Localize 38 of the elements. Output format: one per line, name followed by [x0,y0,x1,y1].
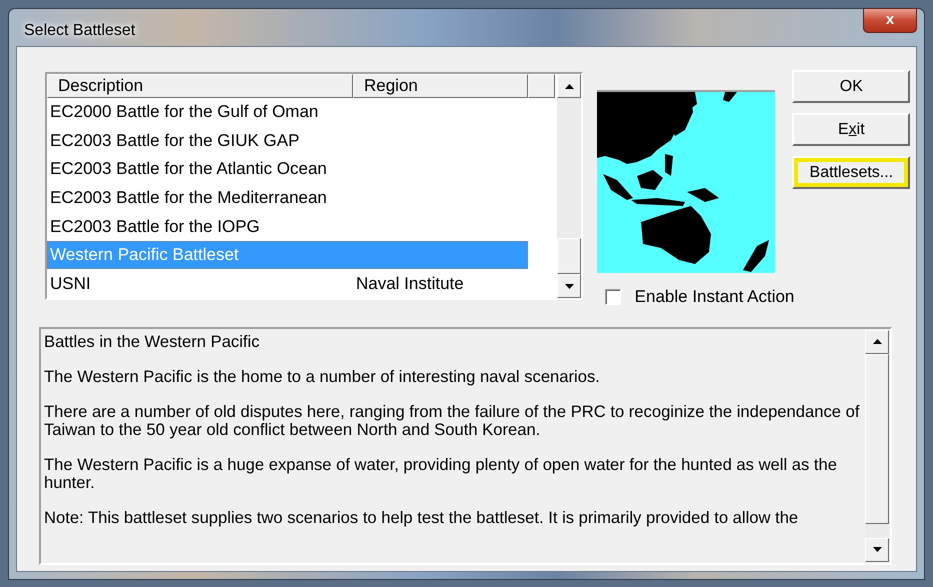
list-row[interactable]: EC2003 Battle for the Atlantic Ocean [47,155,528,184]
window-title: Select Battleset [23,22,136,40]
description-text: EC2003 Battle for the Atlantic Ocean [49,159,328,180]
scrollbar-thumb[interactable] [557,238,581,274]
scroll-down-button[interactable] [557,274,581,298]
list-row[interactable]: EC2000 Battle for the Gulf of Oman [47,98,528,127]
column-header[interactable]: Region [353,74,528,98]
list-row[interactable]: EC2003 Battle for the Mediterranean [47,184,528,212]
description-text: EC2003 Battle for the Mediterranean [49,188,328,208]
list-row[interactable]: EC2003 Battle for the GIUK GAP [47,126,528,156]
checkbox[interactable] [604,289,621,305]
dialog-button[interactable]: Exit [792,113,910,146]
description-paragraph: The Western Pacific is the home to a number of interesting naval scenarios. [44,368,601,386]
up-arrow-icon [872,339,882,344]
list-row[interactable]: EC2003 Battle for the IOPG [47,212,528,241]
description-text: USNI [49,274,92,294]
scroll-up-button[interactable] [865,330,889,354]
region-text: Naval Institute [356,274,464,294]
description-text: EC2000 Battle for the Gulf of Oman [49,102,320,122]
dialog-button[interactable]: OK [792,70,910,103]
column-header[interactable]: Description [47,74,353,98]
down-arrow-icon [872,547,882,552]
list-row[interactable]: USNI Naval Institute [47,269,528,298]
up-arrow-icon [564,84,574,88]
scroll-up-button[interactable] [557,74,581,98]
description-paragraph: There are a number of old disputes here, ranging from the failure of the PRC to recoginize the independance of Taiwan to the 50 year old conflict between North and South Korean. [44,402,860,438]
description-paragraph: Battles in the Western Pacific [44,332,261,350]
description-text: EC2003 Battle for the IOPG [49,216,261,237]
checkbox-label: Enable Instant Action [634,287,794,307]
down-arrow-icon [564,284,574,288]
description-paragraph: The Western Pacific is a huge expanse of water, providing plenty of open water for the hunted as well as the hunter. [44,456,838,492]
dialog-button[interactable]: Battlesets... [792,156,910,189]
close-button[interactable]: x [863,8,917,32]
description-text: Western Pacific Battleset [49,245,240,266]
description-paragraph: Note: This battleset supplies two scenarios to help test the battleset. It is primarily provided to allow the [44,508,800,526]
scrollbar-thumb[interactable] [865,354,889,524]
description-text: EC2003 Battle for the GIUK GAP [49,130,300,151]
scroll-down-button[interactable] [865,538,889,562]
